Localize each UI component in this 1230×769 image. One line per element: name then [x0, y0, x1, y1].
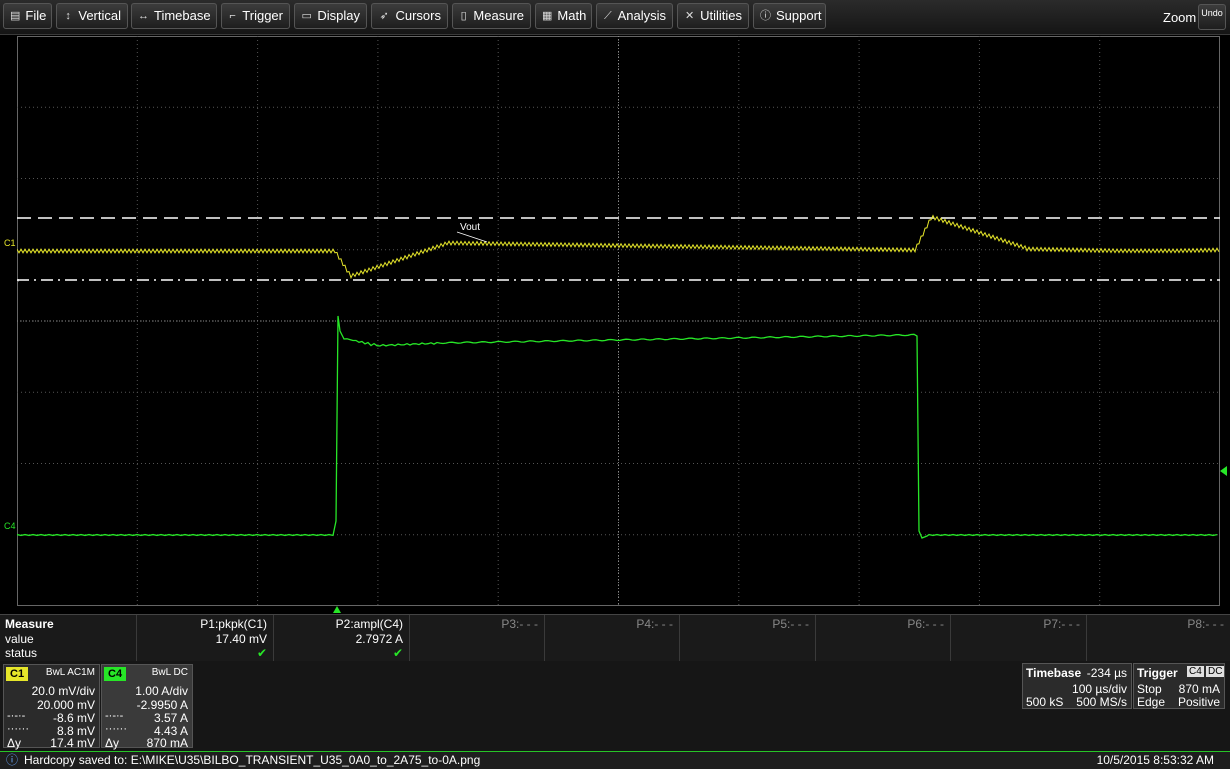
trace-label-vout: Vout: [460, 222, 480, 233]
folder-icon: ▤: [10, 10, 21, 22]
trigger-position-icon[interactable]: [333, 606, 341, 613]
menu-utilities-button[interactable]: ✕ Utilities: [677, 3, 749, 29]
menu-display-button[interactable]: ▭ Display: [294, 3, 367, 29]
info-icon: ⓘ: [760, 10, 771, 22]
menu-vertical-button[interactable]: ↕ Vertical: [56, 3, 128, 29]
measure-table: Measure value status P1:pkpk(C1) 17.40 m…: [0, 614, 1230, 661]
waveform-display[interactable]: Vout: [17, 36, 1220, 606]
menu-cursors-button[interactable]: ➶ Cursors: [371, 3, 448, 29]
tools-icon: ✕: [684, 10, 695, 22]
status-bar: ⓘ Hardcopy saved to: E:\MIKE\U35\BILBO_T…: [0, 751, 1230, 769]
status-timestamp: 10/5/2015 8:53:32 AM: [1096, 753, 1214, 767]
measure-row-value: value: [5, 632, 34, 646]
trace-label-leader: [456, 231, 488, 243]
display-icon: ▭: [301, 10, 312, 22]
trigger-descriptor[interactable]: Trigger C4 DC Stop 870 mA Edge Positive: [1133, 663, 1225, 709]
channel-c1-descriptor[interactable]: C1 BwL AC1M 20.0 mV/div 20.000 mV -·-·- …: [3, 664, 100, 750]
cursor-icon: ➶: [379, 10, 389, 22]
calculator-icon: ▦: [542, 10, 553, 22]
channel-c1-tag: C1: [6, 667, 29, 681]
ruler-icon: ▯: [460, 10, 467, 22]
measure-row-status: status: [5, 646, 38, 660]
measure-param-p5[interactable]: P5:- - -: [680, 615, 816, 661]
measure-labels: Measure value status: [0, 615, 137, 661]
info-icon: ⓘ: [6, 753, 19, 767]
cursor-dotted-icon: ······: [7, 723, 29, 735]
menu-support-button[interactable]: ⓘ Support: [753, 3, 826, 29]
undo-button[interactable]: Undo: [1198, 4, 1226, 30]
status-message: Hardcopy saved to: E:\MIKE\U35\BILBO_TRA…: [24, 753, 481, 767]
chart-icon: ⟋: [603, 10, 612, 22]
horizontal-arrows-icon: ↔: [138, 10, 149, 22]
menu-measure-button[interactable]: ▯ Measure: [452, 3, 531, 29]
check-icon: ✔: [256, 646, 267, 660]
channel-c4-descriptor[interactable]: C4 BwL DC 1.00 A/div -2.9950 A -·-·- 3.5…: [101, 664, 193, 750]
channel-c4-tag: C4: [104, 667, 127, 681]
check-icon: ✔: [392, 646, 403, 660]
channel-c4-trace: [17, 315, 1218, 539]
measure-param-p7[interactable]: P7:- - -: [951, 615, 1087, 661]
timebase-descriptor[interactable]: Timebase -234 µs 100 µs/div 500 kS 500 M…: [1022, 663, 1132, 709]
cursor-dashdot-icon: -·-·-: [105, 710, 124, 722]
trigger-level-icon[interactable]: [1220, 466, 1227, 476]
measure-param-p1[interactable]: P1:pkpk(C1) 17.40 mV ✔: [137, 615, 274, 661]
measure-param-p2[interactable]: P2:ampl(C4) 2.7972 A ✔: [274, 615, 410, 661]
timebase-title: Timebase: [1026, 666, 1082, 680]
cursor-handle-icon[interactable]: ←: [15, 273, 26, 285]
menu-bar: ▤ File ↕ Vertical ↔ Timebase ⌐ Trigger ▭ Disp…: [0, 0, 1230, 35]
zoom-label[interactable]: Zoom: [1163, 10, 1196, 25]
menu-file-button[interactable]: ▤ File: [3, 3, 52, 29]
menu-timebase-button[interactable]: ↔ Timebase: [131, 3, 217, 29]
measure-param-p4[interactable]: P4:- - -: [545, 615, 680, 661]
vertical-arrows-icon: ↕: [65, 10, 71, 22]
menu-trigger-button[interactable]: ⌐ Trigger: [221, 3, 290, 29]
measure-title: Measure: [5, 617, 54, 631]
measure-param-p6[interactable]: P6:- - -: [816, 615, 951, 661]
cursor-dashdot-icon: -·-·-: [7, 710, 26, 722]
trigger-title: Trigger: [1137, 666, 1178, 680]
c1-ground-marker[interactable]: C1: [4, 238, 16, 248]
measure-param-p8[interactable]: P8:- - -: [1087, 615, 1230, 661]
graticule: [17, 36, 1220, 606]
c4-ground-marker[interactable]: C4: [4, 521, 16, 531]
trigger-icon: ⌐: [229, 10, 236, 22]
menu-analysis-button[interactable]: ⟋ Analysis: [596, 3, 673, 29]
menu-math-button[interactable]: ▦ Math: [535, 3, 592, 29]
measure-param-p3[interactable]: P3:- - -: [410, 615, 545, 661]
cursor-dotted-icon: ······: [105, 723, 127, 735]
